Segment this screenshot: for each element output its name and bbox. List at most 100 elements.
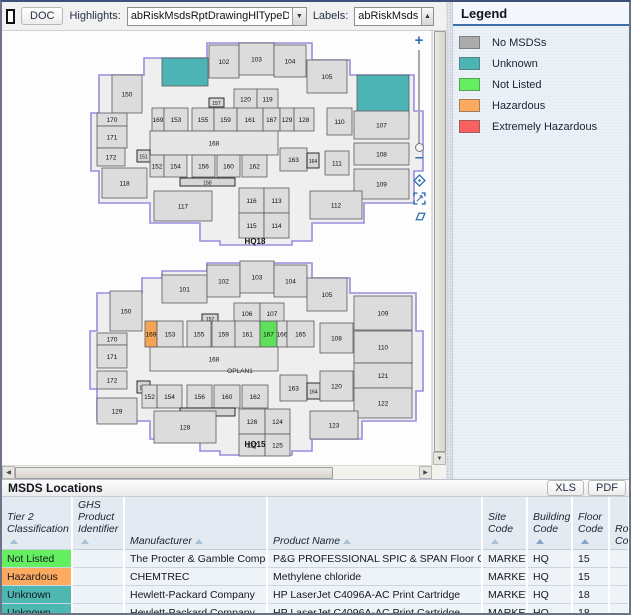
room-label: 109: [378, 310, 389, 317]
maximize-panel-icon[interactable]: [6, 9, 15, 24]
room-label: 166: [277, 331, 288, 338]
floor-room[interactable]: [162, 58, 208, 86]
table-cell: HP LaserJet C4096A-AC Print Cartridge: [267, 586, 482, 604]
isometric-view-icon[interactable]: [413, 210, 426, 223]
floorplan-svg: 1021031041051501201191571691531551591611…: [2, 31, 432, 465]
highlights-input[interactable]: [128, 8, 292, 25]
legend-swatch: [459, 120, 480, 133]
table-row[interactable]: HazardousCHEMTRECMethylene chlorideMARKE…: [2, 568, 629, 586]
column-header-5[interactable]: Building Code: [527, 497, 572, 550]
scroll-left-icon[interactable]: ◀: [2, 466, 15, 479]
table-cell: 18: [572, 604, 609, 615]
room-label: 104: [285, 58, 296, 65]
room-label: 103: [251, 56, 262, 63]
floorplan-canvas[interactable]: 1021031041051501201191571691531551591611…: [2, 31, 432, 465]
room-label: 124: [272, 419, 283, 426]
classification-cell: Unknown: [2, 604, 72, 615]
labels-combobox[interactable]: ▲: [354, 7, 434, 26]
room-label: 160: [222, 394, 233, 401]
scroll-right-icon[interactable]: ▶: [419, 466, 432, 479]
msds-panel-header: MSDS Locations XLS PDF: [2, 480, 629, 497]
scrollbar-corner: [432, 465, 446, 479]
highlights-combobox[interactable]: ▼: [127, 7, 307, 26]
room-label: 122: [378, 400, 389, 407]
column-header-6[interactable]: Floor Code: [572, 497, 609, 550]
room-label: 152: [152, 163, 163, 170]
table-cell: P&G PROFESSIONAL SPIC & SPAN Floor Clean…: [267, 550, 482, 568]
table-cell: HP LaserJet C4096A-AC Print Cartridge: [267, 604, 482, 615]
room-label: 151: [139, 154, 148, 160]
room-label: 167: [266, 117, 277, 124]
column-header-3[interactable]: Product Name: [267, 497, 482, 550]
vertical-scrollbar-thumb[interactable]: [434, 31, 446, 452]
sort-icon[interactable]: [195, 539, 203, 544]
zoom-in-icon[interactable]: +: [415, 35, 424, 47]
sort-icon[interactable]: [491, 539, 499, 544]
legend-item: Unknown: [459, 53, 629, 74]
export-pdf-button[interactable]: PDF: [588, 480, 626, 496]
vertical-scrollbar[interactable]: ▼: [432, 31, 446, 465]
column-header-1[interactable]: GHS Product Identifier: [72, 497, 124, 550]
room-label: 121: [378, 373, 389, 380]
sort-icon[interactable]: [81, 539, 89, 544]
room-label: 162: [250, 394, 261, 401]
plan-annotation: OPLAN1: [227, 368, 253, 375]
classification-cell: Not Listed: [2, 550, 72, 568]
export-xls-button[interactable]: XLS: [547, 480, 584, 496]
room-label: 164: [309, 159, 318, 165]
labels-input[interactable]: [355, 8, 420, 25]
chevron-down-icon[interactable]: ▼: [292, 8, 306, 25]
scroll-down-icon[interactable]: ▼: [433, 452, 446, 465]
zoom-fit-icon[interactable]: [413, 192, 426, 205]
table-cell: [609, 586, 629, 604]
room-label: 156: [198, 163, 209, 170]
table-cell: [72, 586, 124, 604]
table-cell: 18: [572, 586, 609, 604]
table-row[interactable]: UnknownHewlett-Packard CompanyHP LaserJe…: [2, 586, 629, 604]
sort-icon[interactable]: [10, 539, 18, 544]
room-label: 105: [322, 74, 333, 81]
room-label: 155: [198, 117, 209, 124]
sort-icon[interactable]: [581, 539, 589, 544]
doc-button[interactable]: DOC: [21, 7, 63, 25]
table-cell: Methylene chloride: [267, 568, 482, 586]
room-label: 157: [212, 101, 221, 107]
floorplan-name-hq18: HQ18: [245, 237, 266, 246]
room-label: 119: [262, 96, 273, 103]
table-row[interactable]: UnknownHewlett-Packard CompanyHP LaserJe…: [2, 604, 629, 615]
room-label: 169: [146, 331, 157, 338]
room-label: 114: [271, 223, 282, 230]
zoom-out-icon[interactable]: –: [415, 152, 423, 164]
zoom-slider-track[interactable]: [418, 50, 420, 145]
table-cell: The Procter & Gamble Company: [124, 550, 267, 568]
legend-label: Not Listed: [492, 79, 542, 91]
column-header-4[interactable]: Site Code: [482, 497, 527, 550]
classification-cell: Unknown: [2, 586, 72, 604]
msds-locations-panel: MSDS Locations XLS PDF Tier 2 Classifica…: [2, 479, 629, 613]
table-row[interactable]: Not Listed The Procter & Gamble CompanyP&…: [2, 550, 629, 568]
column-header-0[interactable]: Tier 2 Classification: [2, 497, 72, 550]
floor-room[interactable]: [357, 75, 409, 115]
legend-label: Unknown: [492, 58, 538, 70]
horizontal-scrollbar[interactable]: ◀ ▶: [2, 465, 432, 479]
room-label: 171: [107, 354, 118, 361]
column-header-7[interactable]: Room Code: [609, 497, 629, 550]
drawing-toolbar: DOC Highlights: ▼ Labels: ▲: [2, 2, 446, 31]
sort-icon[interactable]: [343, 539, 351, 544]
table-cell: MARKET: [482, 568, 527, 586]
horizontal-scrollbar-thumb[interactable]: [15, 467, 333, 479]
column-header-2[interactable]: Manufacturer: [124, 497, 267, 550]
sort-icon[interactable]: [536, 539, 544, 544]
table-cell: [72, 604, 124, 615]
room-label: 128: [180, 424, 191, 431]
scroll-up-icon[interactable]: ▲: [421, 8, 434, 25]
room-label: 120: [240, 96, 251, 103]
room-label: 167: [263, 331, 274, 338]
table-cell: [609, 604, 629, 615]
scrollbar-track[interactable]: [333, 466, 419, 479]
legend-item: Extremely Hazardous: [459, 116, 629, 137]
room-label: 150: [121, 308, 132, 315]
pan-center-icon[interactable]: [413, 174, 426, 187]
room-label: 153: [165, 331, 176, 338]
room-label: 104: [285, 278, 296, 285]
